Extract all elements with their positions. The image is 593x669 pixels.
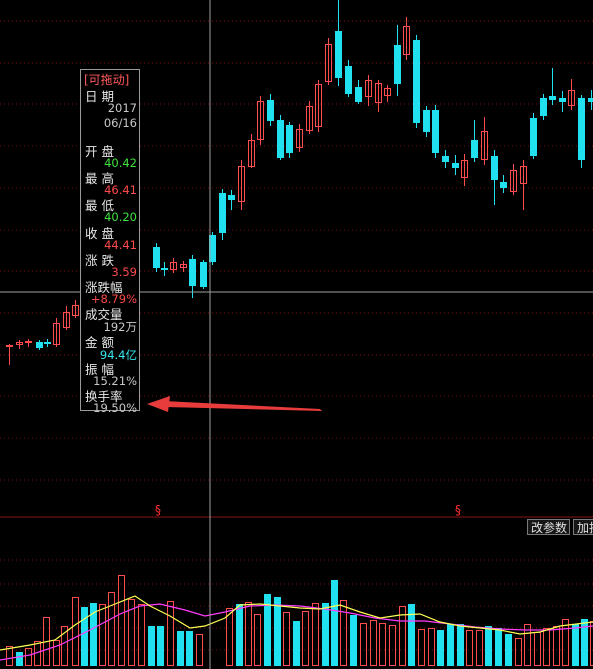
add-indicator-button[interactable]: 加指	[573, 519, 593, 535]
volume-bar	[196, 634, 203, 666]
volume-bar	[245, 602, 252, 666]
volume-bar	[515, 638, 522, 666]
volume-bar	[322, 603, 329, 666]
candle-body	[286, 125, 293, 153]
volume-bar	[293, 621, 300, 666]
volume-bar	[562, 619, 569, 666]
volume-bar	[418, 629, 425, 666]
candle-body	[355, 87, 362, 102]
volume-bar	[350, 615, 357, 666]
volume-bar	[360, 623, 367, 666]
quote-value: 06/16	[103, 116, 137, 131]
candle-body	[161, 268, 168, 270]
volume-bar	[236, 604, 243, 666]
candle-body	[153, 247, 160, 268]
candle-body	[588, 98, 593, 102]
volume-bar	[389, 625, 396, 666]
volume-bar	[495, 628, 502, 666]
candle-body	[540, 98, 547, 116]
volume-bar	[447, 624, 454, 666]
candle-body	[578, 98, 585, 160]
volume-bar	[72, 597, 79, 666]
volume-bar	[505, 634, 512, 666]
volume-bar	[457, 624, 464, 666]
volume-bar	[177, 631, 184, 666]
volume-bar	[553, 626, 560, 666]
candle-body	[530, 118, 537, 156]
quote-label: 涨 跌	[85, 252, 114, 268]
volume-bar	[302, 611, 309, 666]
volume-bar	[167, 601, 174, 666]
candle-body	[559, 98, 566, 102]
quote-info-panel[interactable]: [可拖动] 日 期 2017 06/16 开 盘 40.42 最 高 46.41 最 低 40.…	[80, 69, 140, 415]
candle-body	[394, 45, 401, 84]
candle-body	[335, 31, 342, 78]
volume-bar	[138, 604, 145, 666]
candle-body	[423, 110, 430, 132]
candle-body	[219, 193, 226, 233]
volume-bar	[581, 619, 588, 666]
volume-bar	[148, 626, 155, 666]
volume-bar	[572, 624, 579, 666]
candle-body	[267, 100, 274, 121]
candle-body	[345, 66, 352, 94]
candle-body	[44, 342, 51, 344]
candle-body	[6, 345, 13, 347]
volume-bar	[370, 620, 377, 666]
candle-body	[189, 259, 196, 286]
volume-bar	[81, 607, 88, 666]
candle-body	[413, 40, 420, 123]
candle-body	[500, 182, 507, 188]
candle-body	[228, 195, 235, 200]
volume-bar	[16, 652, 23, 666]
candle-body	[36, 342, 43, 348]
volume-bar	[485, 626, 492, 666]
volume-bar	[331, 580, 338, 666]
volume-bar	[53, 640, 60, 666]
edit-params-button[interactable]: 改参数	[527, 519, 570, 535]
candle-body	[200, 262, 207, 287]
volume-bar	[226, 608, 233, 666]
volume-bar	[108, 592, 115, 666]
volume-bar	[379, 623, 386, 666]
volume-bar	[534, 632, 541, 666]
candle-body	[491, 156, 498, 180]
volume-bar	[408, 604, 415, 666]
volume-bar	[186, 631, 193, 666]
volume-bar	[274, 597, 281, 666]
volume-bar	[476, 630, 483, 666]
volume-bar	[437, 630, 444, 666]
candle-body	[452, 163, 459, 168]
dividend-marker[interactable]: §	[455, 503, 461, 517]
volume-bar	[99, 604, 106, 666]
volume-bars	[6, 575, 593, 666]
candle-body	[432, 110, 439, 153]
dividend-marker[interactable]: §	[155, 503, 161, 517]
annotation-arrow	[147, 396, 322, 412]
volume-bar	[25, 648, 32, 666]
candle-body	[25, 341, 32, 343]
volume-bar	[118, 575, 125, 666]
volume-bar	[340, 600, 347, 666]
volume-bar	[254, 614, 261, 666]
candle-body	[277, 120, 284, 158]
volume-bar	[524, 624, 531, 666]
volume-bar	[428, 628, 435, 666]
volume-bar	[312, 603, 319, 666]
candle-body	[549, 96, 556, 100]
candle-body	[442, 156, 449, 162]
volume-bar	[283, 612, 290, 666]
quote-value: 19.50%	[93, 401, 137, 416]
candle-body	[471, 140, 478, 158]
quote-value: 2017	[107, 101, 137, 115]
volume-bar	[543, 628, 550, 666]
volume-bar	[466, 630, 473, 666]
volume-bar	[157, 626, 164, 666]
